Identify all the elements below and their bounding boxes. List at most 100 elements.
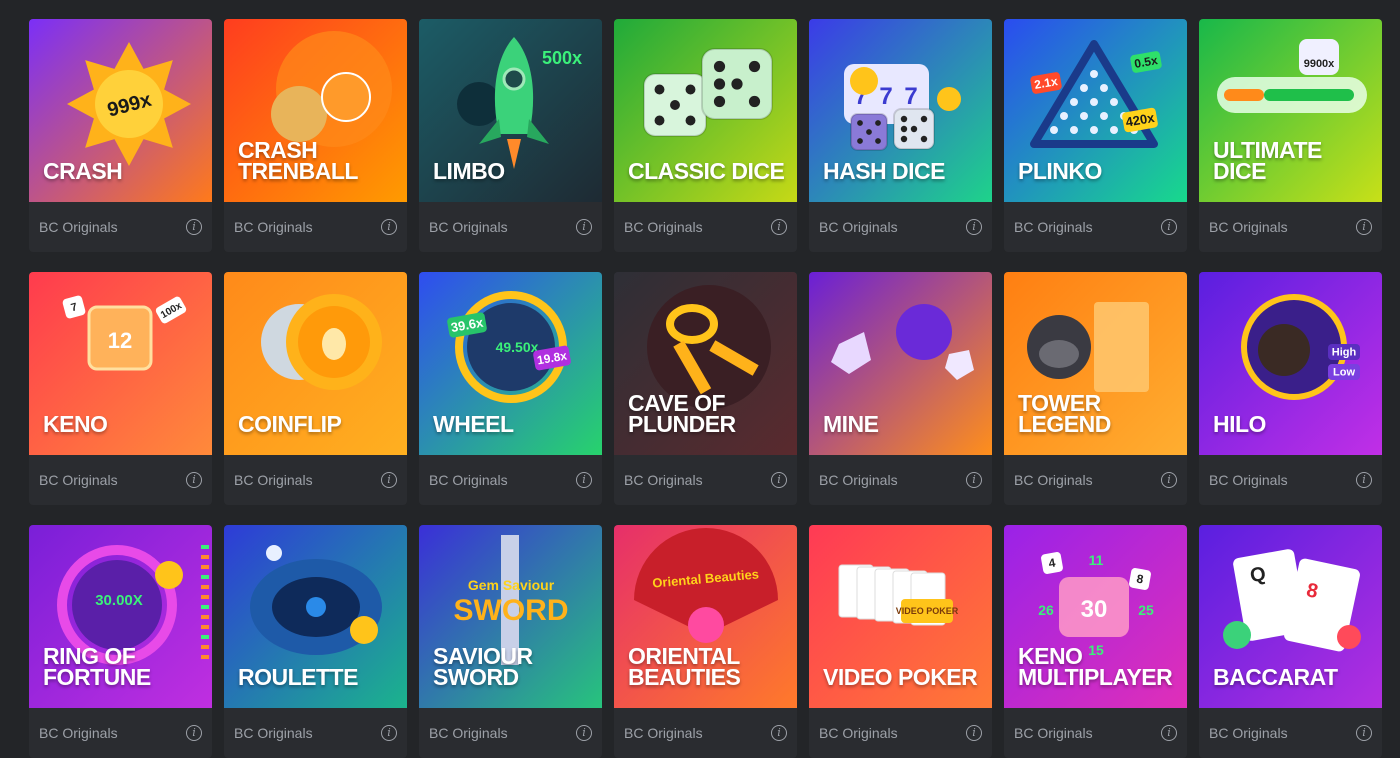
game-thumbnail[interactable]: 7 7 7 HASH DICE [809, 19, 992, 202]
multiplier-label: 500x [542, 48, 582, 68]
game-card[interactable]: ROULETTE BC Originals i [224, 525, 407, 758]
info-icon[interactable]: i [381, 725, 397, 741]
provider-label: BC Originals [234, 725, 313, 741]
multiplier-label: 12 [108, 328, 132, 353]
game-title: SAVIOUR SWORD [433, 643, 533, 690]
info-icon[interactable]: i [576, 472, 592, 488]
provider-label: BC Originals [429, 219, 508, 235]
info-icon[interactable]: i [966, 219, 982, 235]
game-card[interactable]: 7 7 7 HASH DICE BC Originals i [809, 19, 992, 252]
game-card[interactable]: CLASSIC DICE BC Originals i [614, 19, 797, 252]
art-subtitle: Gem Saviour [468, 577, 555, 593]
info-icon[interactable]: i [186, 725, 202, 741]
info-icon[interactable]: i [771, 219, 787, 235]
info-icon[interactable]: i [966, 472, 982, 488]
game-thumbnail[interactable]: Gem Saviour SWORD SAVIOUR SWORD [419, 525, 602, 708]
game-card[interactable]: High Low HILO BC Originals i [1199, 272, 1382, 505]
game-card[interactable]: Oriental Beauties ORIENTAL BEAUTIES BC Ori… [614, 525, 797, 758]
provider-label: BC Originals [624, 725, 703, 741]
game-title: RING OF FORTUNE [43, 643, 151, 690]
game-title: KENO [43, 411, 108, 437]
multiplier-label: 30 [1081, 596, 1108, 623]
game-card[interactable]: CRASH TRENBALL BC Originals i [224, 19, 407, 252]
game-card[interactable]: Gem Saviour SWORD SAVIOUR SWORD BC Original… [419, 525, 602, 758]
game-thumbnail[interactable]: CLASSIC DICE [614, 19, 797, 202]
game-thumbnail[interactable]: 999x CRASH [29, 19, 212, 202]
game-card[interactable]: CAVE OF PLUNDER BC Originals i [614, 272, 797, 505]
coin-icon [155, 561, 183, 589]
game-title: TOWER LEGEND [1018, 390, 1111, 437]
game-card-footer: BC Originals i [809, 708, 992, 758]
coin-icon [350, 616, 378, 644]
game-thumbnail[interactable]: 2.1x 0.5x 420x PLINKO [1004, 19, 1187, 202]
info-icon[interactable]: i [1356, 472, 1372, 488]
game-thumbnail[interactable]: 12 7 100x KENO [29, 272, 212, 455]
slot-symbol: 7 [904, 83, 917, 110]
game-thumbnail[interactable]: CRASH TRENBALL [224, 19, 407, 202]
game-card[interactable]: COINFLIP BC Originals i [224, 272, 407, 505]
game-thumbnail[interactable]: High Low HILO [1199, 272, 1382, 455]
die-icon [643, 73, 707, 137]
game-card[interactable]: VIDEO POKER VIDEO POKER BC Originals i [809, 525, 992, 758]
info-icon[interactable]: i [576, 219, 592, 235]
provider-label: BC Originals [1209, 219, 1288, 235]
info-icon[interactable]: i [1161, 472, 1177, 488]
game-thumbnail[interactable]: 30 11 26 25 15 8 4 KENO MULTIPLAYER [1004, 525, 1187, 708]
game-card[interactable]: 999x CRASH BC Originals i [29, 19, 212, 252]
info-icon[interactable]: i [1356, 725, 1372, 741]
info-icon[interactable]: i [1161, 725, 1177, 741]
provider-label: BC Originals [429, 725, 508, 741]
game-thumbnail[interactable]: VIDEO POKER VIDEO POKER [809, 525, 992, 708]
game-thumbnail[interactable]: 30.00X RING OF FORTUNE [29, 525, 212, 708]
game-title: CLASSIC DICE [628, 158, 785, 184]
game-title: LIMBO [433, 158, 505, 184]
game-thumbnail[interactable]: Oriental Beauties ORIENTAL BEAUTIES [614, 525, 797, 708]
game-thumbnail[interactable]: ROULETTE [224, 525, 407, 708]
multiplier-label: Low [1333, 367, 1355, 379]
multiplier-tag: 4 [1041, 552, 1063, 574]
game-card-footer: BC Originals i [29, 708, 212, 758]
info-icon[interactable]: i [966, 725, 982, 741]
game-card[interactable]: 30 11 26 25 15 8 4 KENO MULTIPLAYER BC Originals… [1004, 525, 1187, 758]
game-card[interactable]: MINE BC Originals i [809, 272, 992, 505]
keno-number: 26 [1038, 602, 1054, 618]
game-card-footer: BC Originals i [419, 202, 602, 252]
game-thumbnail[interactable]: MINE [809, 272, 992, 455]
provider-label: BC Originals [819, 472, 898, 488]
keno-number: 11 [1089, 552, 1104, 568]
info-icon[interactable]: i [576, 725, 592, 741]
game-card-footer: BC Originals i [1199, 708, 1382, 758]
game-card[interactable]: 9900x ULTIMATE DICE BC Originals i [1199, 19, 1382, 252]
game-thumbnail[interactable]: COINFLIP [224, 272, 407, 455]
game-thumbnail[interactable]: TOWER LEGEND [1004, 272, 1187, 455]
info-icon[interactable]: i [381, 472, 397, 488]
game-thumbnail[interactable]: 500x LIMBO [419, 19, 602, 202]
provider-label: BC Originals [1014, 219, 1093, 235]
info-icon[interactable]: i [1356, 219, 1372, 235]
game-thumbnail[interactable]: 9900x ULTIMATE DICE [1199, 19, 1382, 202]
info-icon[interactable]: i [186, 472, 202, 488]
game-thumbnail[interactable]: Q 8 BACCARAT [1199, 525, 1382, 708]
info-icon[interactable]: i [381, 219, 397, 235]
info-icon[interactable]: i [1161, 219, 1177, 235]
provider-label: BC Originals [819, 725, 898, 741]
game-card[interactable]: 2.1x 0.5x 420x PLINKO BC Originals i [1004, 19, 1187, 252]
game-title: WHEEL [433, 411, 514, 437]
art-logo: SWORD [454, 594, 569, 627]
game-card[interactable]: 12 7 100x KENO BC Originals i [29, 272, 212, 505]
info-icon[interactable]: i [771, 472, 787, 488]
game-thumbnail[interactable]: CAVE OF PLUNDER [614, 272, 797, 455]
game-card[interactable]: Q 8 BACCARAT BC Originals i [1199, 525, 1382, 758]
game-card[interactable]: TOWER LEGEND BC Originals i [1004, 272, 1187, 505]
game-card[interactable]: 500x LIMBO BC Originals i [419, 19, 602, 252]
info-icon[interactable]: i [186, 219, 202, 235]
game-thumbnail[interactable]: 49.50x 39.6x 19.8x WHEEL [419, 272, 602, 455]
game-title: COINFLIP [238, 411, 342, 437]
game-card[interactable]: 49.50x 39.6x 19.8x WHEEL BC Originals i [419, 272, 602, 505]
game-card-footer: BC Originals i [614, 455, 797, 505]
provider-label: BC Originals [819, 219, 898, 235]
game-card-footer: BC Originals i [224, 202, 407, 252]
game-card[interactable]: 30.00X RING OF FORTUNE BC Originals i [29, 525, 212, 758]
info-icon[interactable]: i [771, 725, 787, 741]
game-title: HASH DICE [823, 158, 946, 184]
